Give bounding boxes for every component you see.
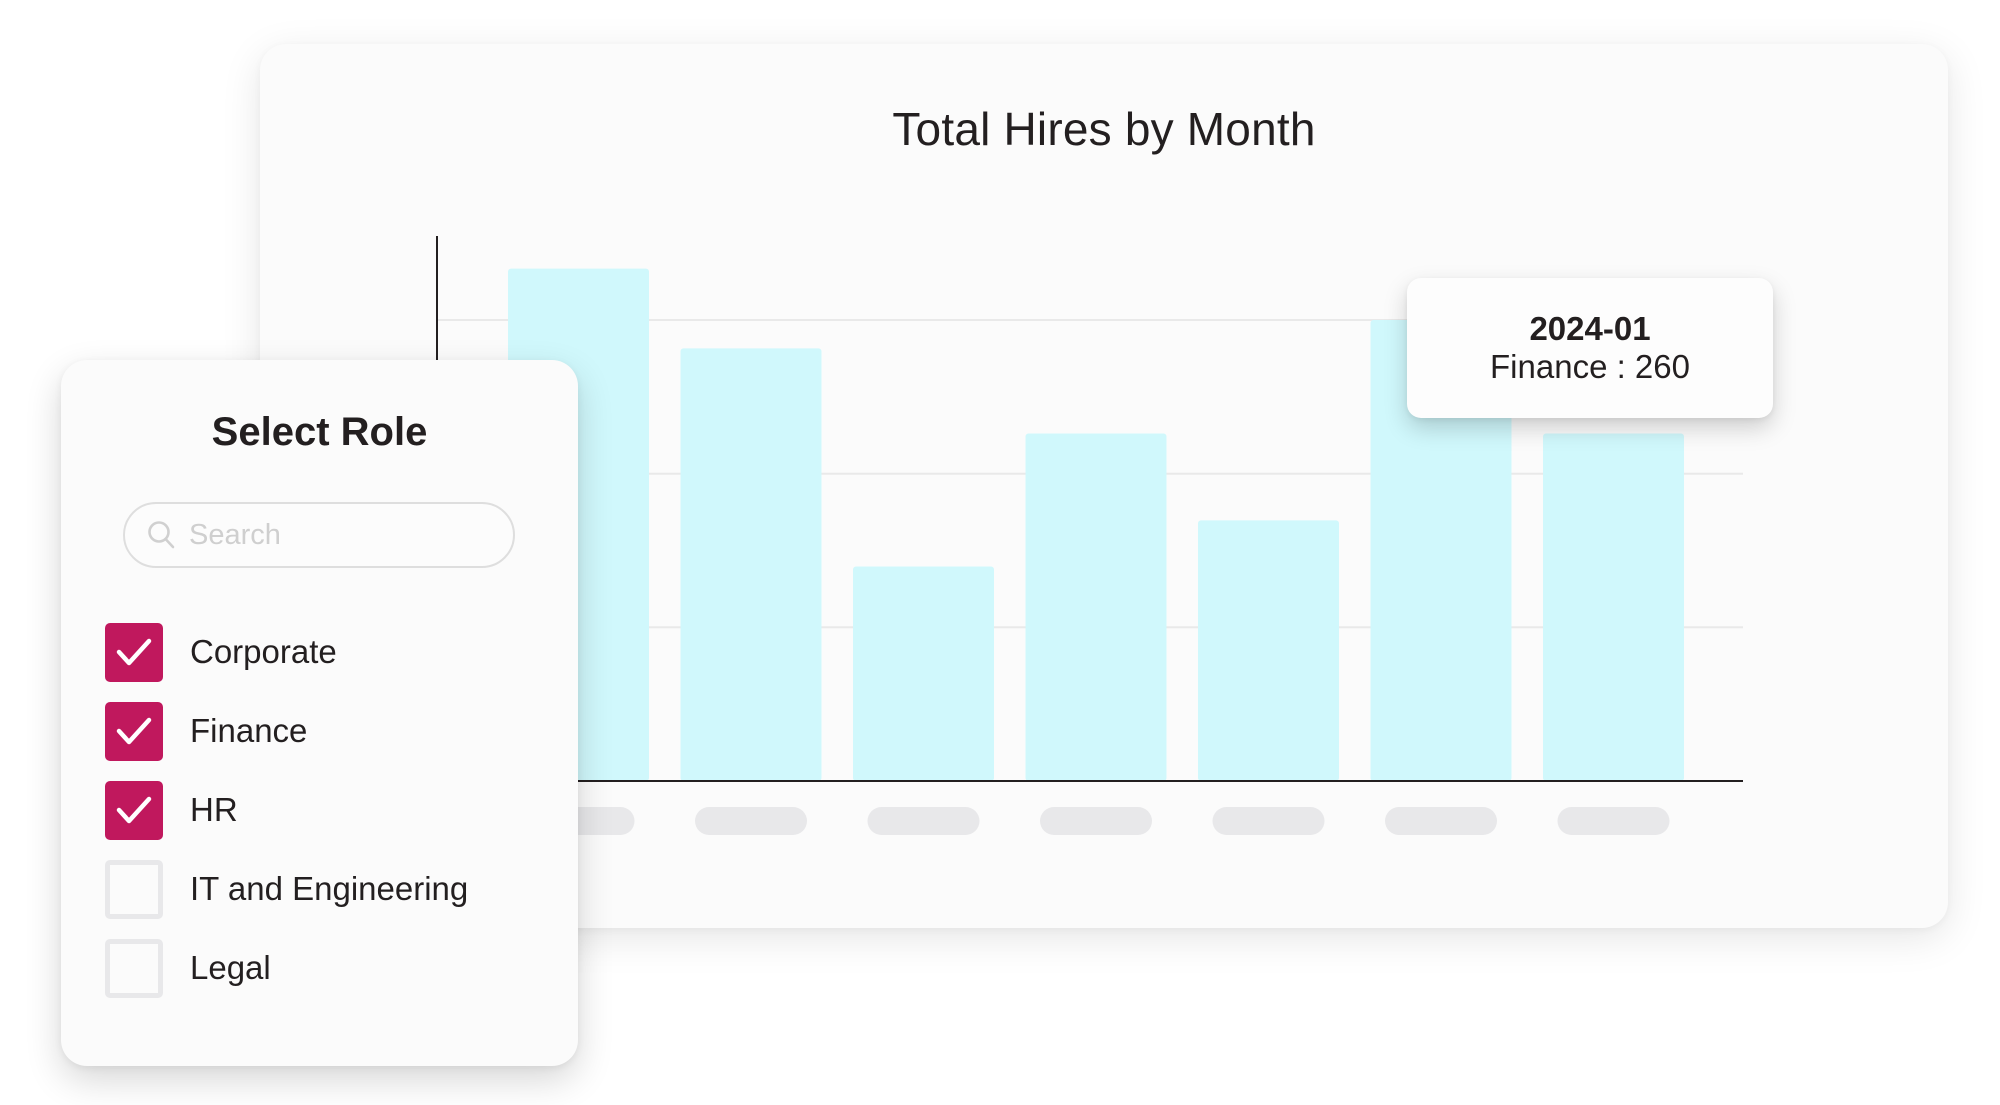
bar[interactable] — [680, 348, 822, 781]
filter-title: Select Role — [211, 410, 428, 454]
checkbox[interactable] — [105, 701, 163, 761]
tooltip-value: Finance : 260 — [1490, 348, 1690, 385]
tooltip-title: 2024-01 — [1529, 310, 1651, 347]
role-option-corporate[interactable]: Corporate — [105, 622, 337, 682]
x-tick-label-placeholder — [1385, 807, 1497, 835]
role-option-legal[interactable]: Legal — [105, 938, 271, 998]
checkbox[interactable] — [105, 622, 163, 682]
search-field[interactable] — [123, 502, 515, 568]
checkmark-icon — [116, 796, 152, 824]
bar[interactable] — [1198, 520, 1339, 781]
x-tick-label-placeholder — [1040, 807, 1152, 835]
x-tick-placeholders — [522, 807, 1670, 835]
x-tick-label-placeholder — [867, 807, 980, 835]
bar[interactable] — [853, 566, 994, 781]
role-option-label: Finance — [190, 712, 308, 749]
x-tick-label-placeholder — [695, 807, 807, 835]
checkmark-icon — [116, 717, 152, 745]
x-tick-label-placeholder — [1212, 807, 1325, 835]
checkbox[interactable] — [105, 859, 163, 919]
x-tick-label-placeholder — [1557, 807, 1670, 835]
search-input[interactable] — [189, 518, 469, 552]
role-option-it-and-engineering[interactable]: IT and Engineering — [105, 859, 468, 919]
checkbox[interactable] — [105, 780, 163, 840]
role-option-label: Legal — [190, 949, 271, 986]
role-option-hr[interactable]: HR — [105, 780, 238, 840]
bar[interactable] — [1543, 433, 1684, 781]
search-icon — [148, 521, 175, 549]
role-option-label: IT and Engineering — [190, 870, 469, 907]
checkbox[interactable] — [105, 938, 163, 998]
role-option-finance[interactable]: Finance — [105, 701, 307, 761]
role-option-label: Corporate — [190, 633, 337, 670]
chart-tooltip: 2024-01 Finance : 260 — [1407, 278, 1773, 418]
role-option-label: HR — [190, 791, 238, 828]
checkmark-icon — [116, 638, 152, 666]
role-filter-panel: Select Role Corporate Finance HR IT and Eng… — [61, 360, 578, 1066]
bar[interactable] — [1025, 433, 1167, 781]
